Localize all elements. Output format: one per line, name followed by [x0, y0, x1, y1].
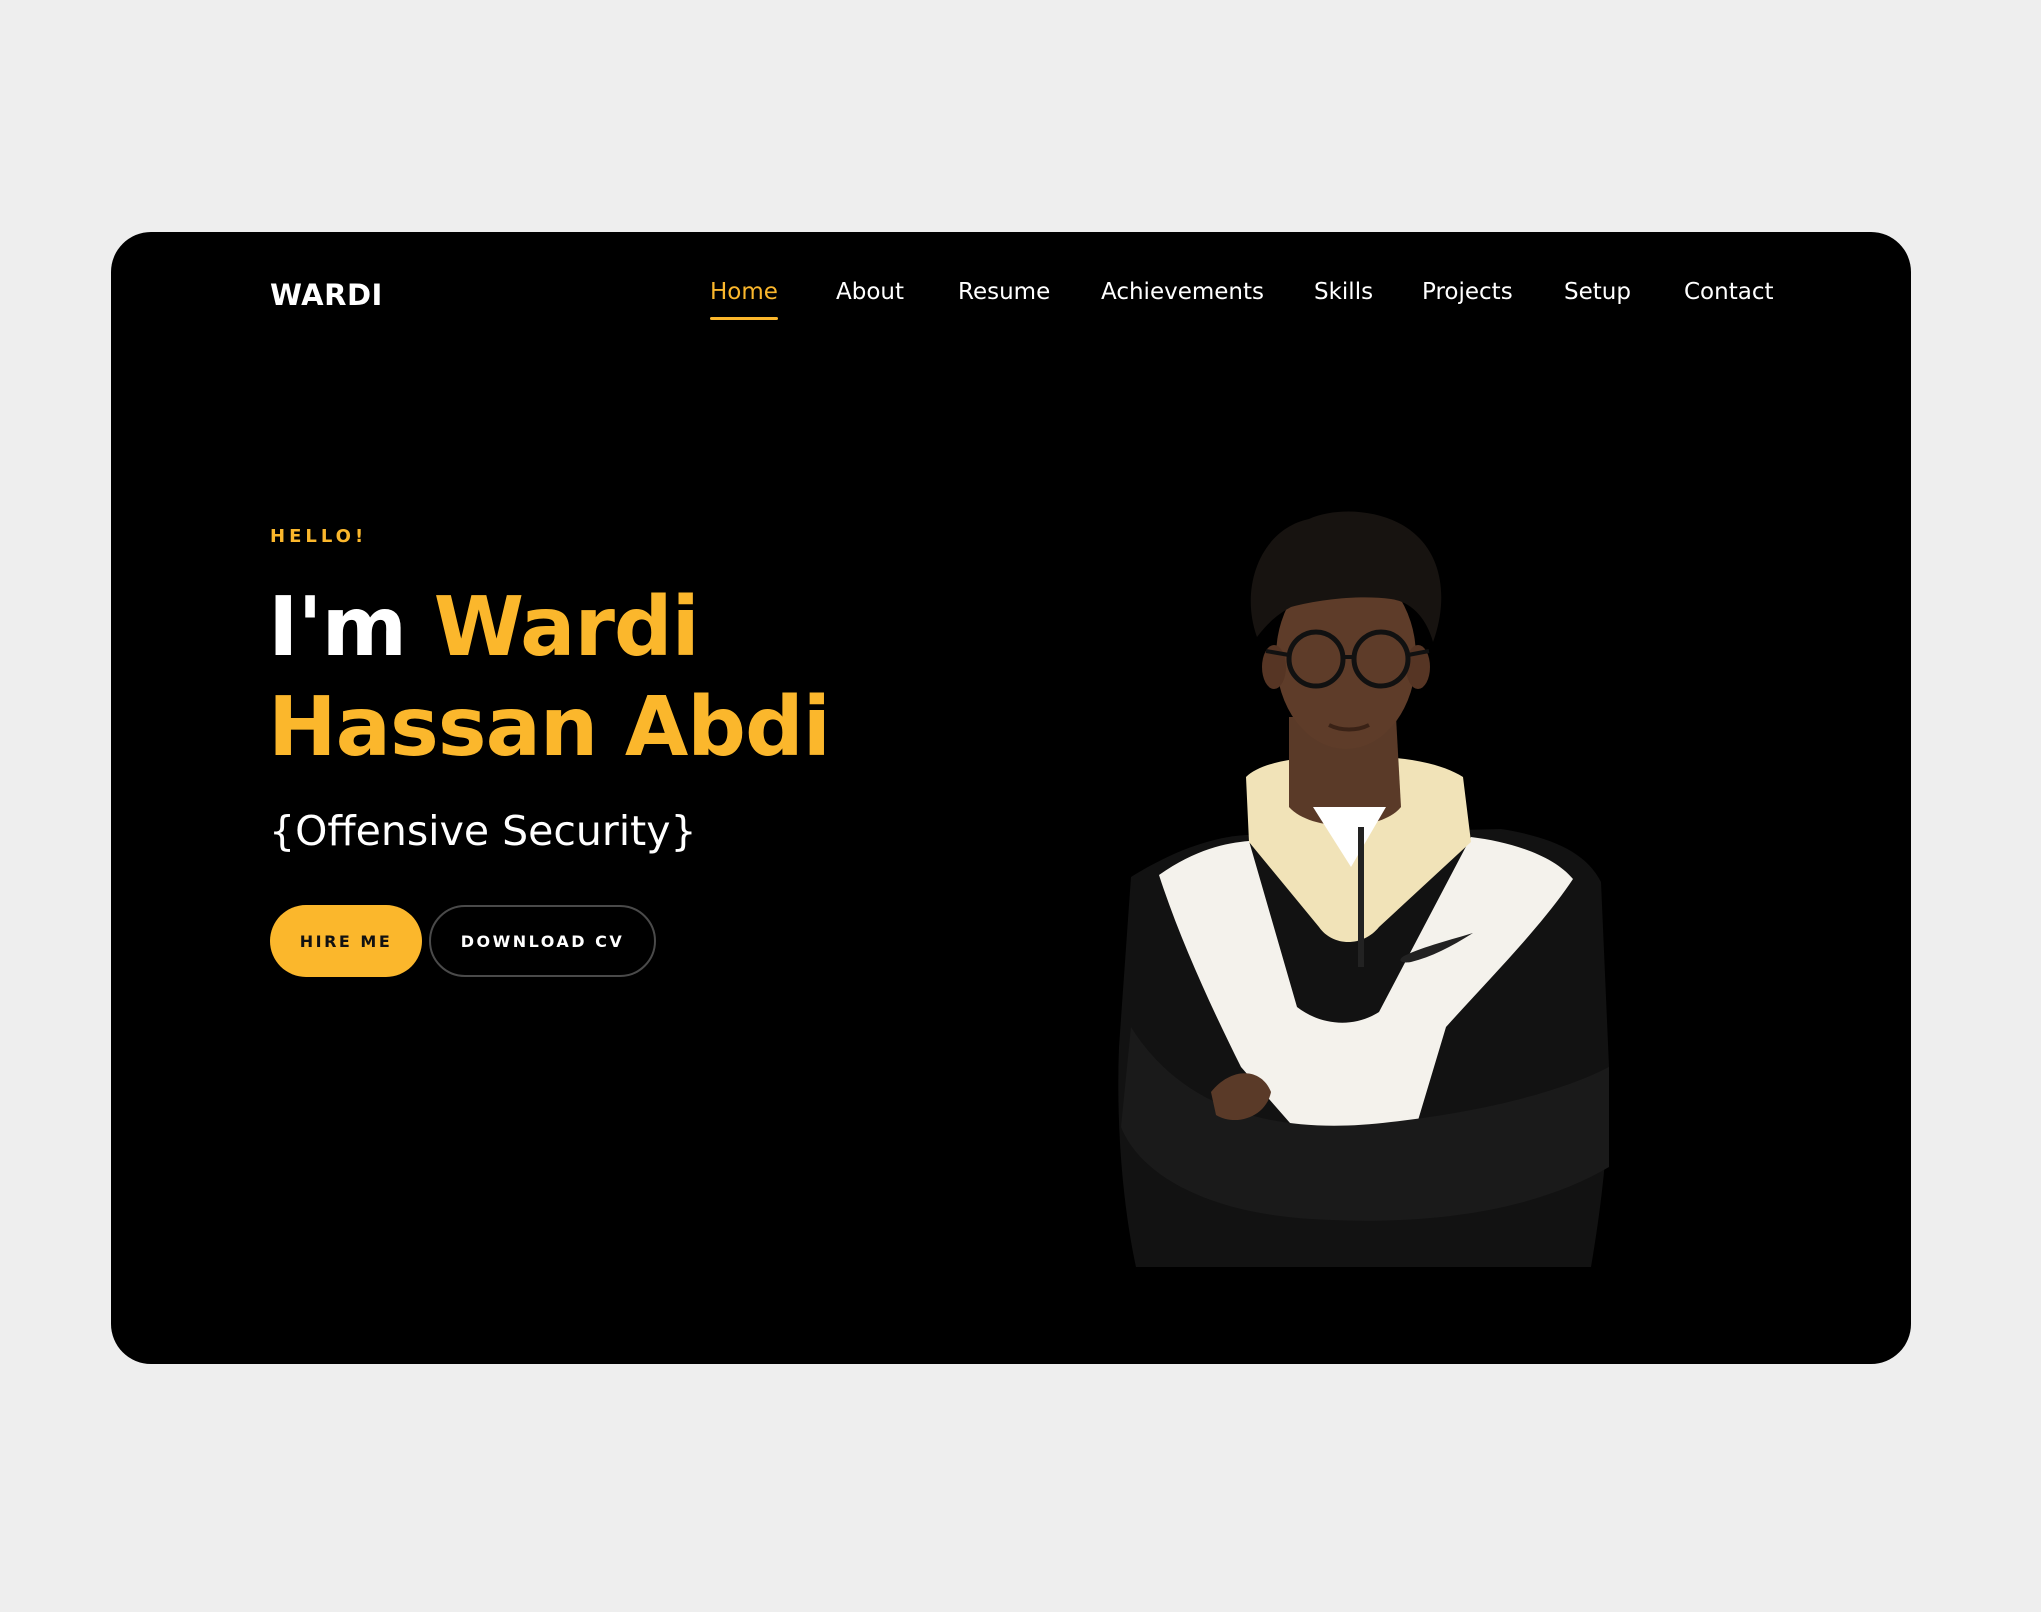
nav-item-label: About	[836, 279, 905, 305]
hero-last-name: Hassan Abdi	[268, 680, 831, 775]
hero-first-name: Wardi	[433, 580, 700, 675]
nav-item-label: Contact	[1684, 279, 1774, 305]
portrait-image	[1118, 511, 1609, 1267]
nav-item-label: Resume	[958, 279, 1051, 305]
nav-item-about[interactable]: About	[836, 279, 904, 305]
nav-item-label: Setup	[1564, 279, 1631, 305]
hero-role: {Offensive Security}	[269, 807, 697, 855]
main-nav: Home About Resume Achievements Skills Pr…	[111, 279, 1911, 320]
nav-item-setup[interactable]: Setup	[1564, 279, 1631, 305]
hire-me-button[interactable]: HIRE ME	[270, 905, 422, 977]
nav-item-skills[interactable]: Skills	[1314, 279, 1373, 305]
nav-item-label: Projects	[1422, 279, 1513, 305]
nav-item-label: Skills	[1314, 279, 1374, 305]
nav-item-label: Achievements	[1101, 279, 1264, 305]
nav-item-resume[interactable]: Resume	[958, 279, 1050, 305]
hero-headline: I'm Wardi Hassan Abdi	[268, 578, 831, 778]
nav-active-underline	[710, 317, 778, 320]
nav-item-label: Home	[710, 279, 778, 305]
download-cv-button[interactable]: DOWNLOAD CV	[429, 905, 656, 977]
hero-card: WARDI Home About Resume Achievements Ski…	[111, 232, 1911, 1364]
hero-greeting: HELLO!	[270, 526, 368, 547]
nav-item-achievements[interactable]: Achievements	[1101, 279, 1264, 305]
nav-item-home[interactable]: Home	[710, 279, 778, 320]
nav-item-contact[interactable]: Contact	[1684, 279, 1773, 305]
hero-intro: I'm	[268, 580, 407, 675]
nav-item-projects[interactable]: Projects	[1422, 279, 1513, 305]
